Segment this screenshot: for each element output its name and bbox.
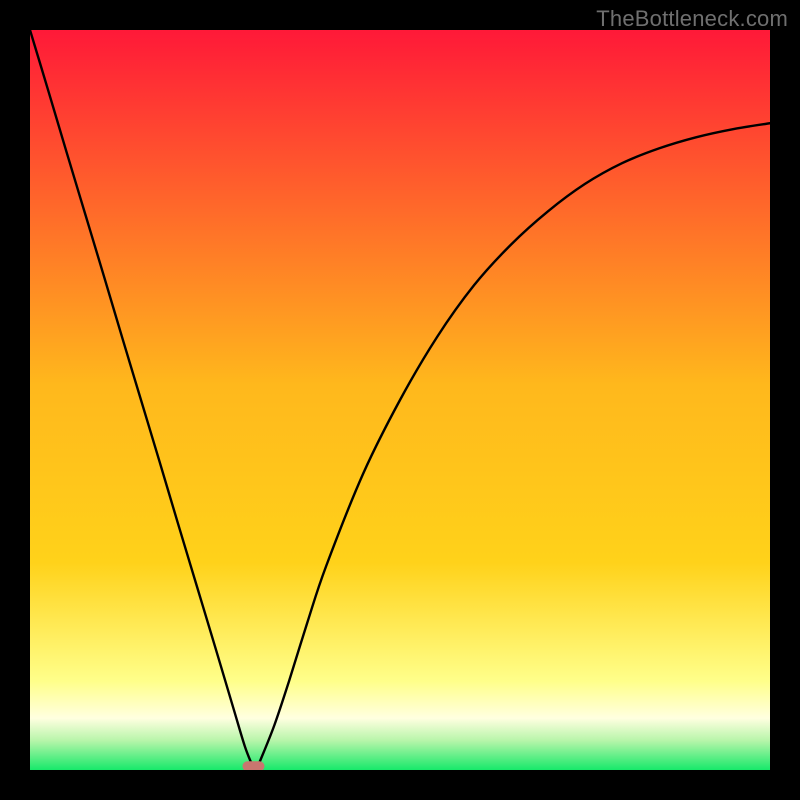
watermark-text: TheBottleneck.com <box>596 6 788 32</box>
chart-frame: TheBottleneck.com <box>0 0 800 800</box>
plot-area <box>30 30 770 770</box>
chart-svg <box>30 30 770 770</box>
minimum-marker <box>242 761 264 770</box>
